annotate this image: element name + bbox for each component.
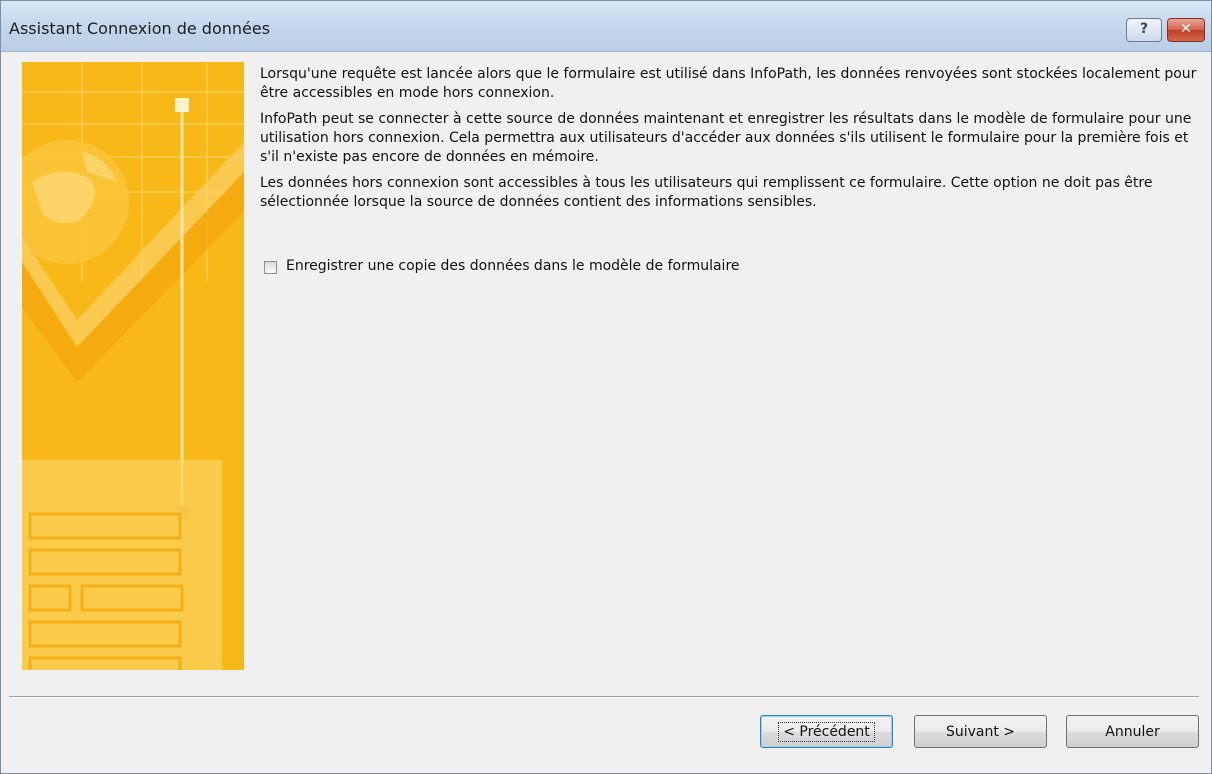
next-button[interactable]: Suivant > — [914, 715, 1047, 748]
window-title: Assistant Connexion de données — [9, 19, 271, 38]
previous-button[interactable]: < Précédent — [760, 715, 893, 748]
save-copy-checkbox[interactable] — [264, 261, 277, 274]
close-button[interactable]: ✕ — [1167, 18, 1205, 42]
previous-button-label: < Précédent — [778, 721, 875, 742]
title-bar[interactable]: Assistant Connexion de données ? ✕ — [1, 1, 1211, 52]
help-icon: ? — [1139, 21, 1149, 37]
dialog-body: Lorsqu'une requête est lancée alors que … — [1, 52, 1211, 773]
cancel-button[interactable]: Annuler — [1066, 715, 1199, 748]
paragraph-connect-now: InfoPath peut se connecter à cette sourc… — [260, 111, 1192, 165]
wizard-description: Lorsqu'une requête est lancée alors que … — [260, 65, 1200, 219]
wizard-illustration — [22, 62, 244, 670]
footer-separator — [9, 696, 1199, 698]
paragraph-sensitive-warning: Les données hors connexion sont accessib… — [260, 175, 1153, 210]
wizard-banner-image — [22, 62, 244, 670]
data-connection-wizard-dialog: Assistant Connexion de données ? ✕ Lorsq… — [0, 0, 1212, 774]
save-copy-checkbox-label[interactable]: Enregistrer une copie des données dans l… — [286, 258, 740, 274]
close-icon: ✕ — [1180, 21, 1192, 37]
help-button[interactable]: ? — [1126, 18, 1162, 42]
paragraph-offline-storage: Lorsqu'une requête est lancée alors que … — [260, 66, 1197, 101]
